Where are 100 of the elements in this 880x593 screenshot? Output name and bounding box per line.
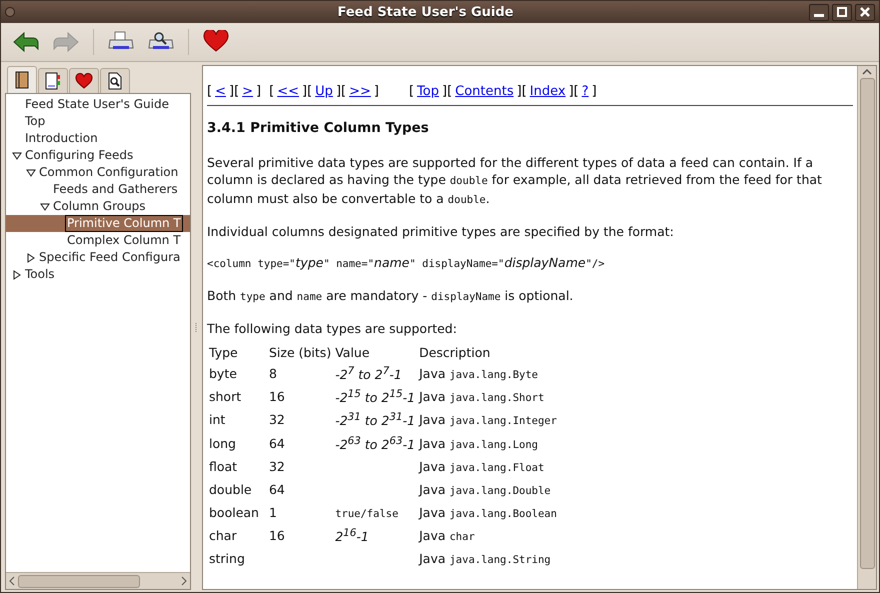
- tree-item[interactable]: Introduction: [24, 131, 99, 146]
- nav-link[interactable]: >>: [346, 84, 374, 99]
- bracket: [: [234, 84, 240, 99]
- table-cell: Java: [419, 412, 446, 428]
- bracket: [: [307, 84, 312, 99]
- table-cell: -2$^{31}$ to 2$^{31}$-1: [335, 413, 416, 428]
- table-cell: 16: [268, 528, 285, 543]
- column-header: Value: [334, 344, 371, 362]
- table-cell: 64: [268, 482, 285, 497]
- table-cell: java.lang.String: [449, 554, 551, 566]
- tree-item[interactable]: Common Configuration: [38, 165, 180, 180]
- paragraph: Both type and name are mandatory - displayName is optional.: [207, 287, 574, 305]
- table-cell: 16: [268, 389, 285, 404]
- table-cell: java.lang.Byte: [449, 369, 538, 382]
- table-cell: Java: [419, 436, 446, 451]
- table-cell: 1: [268, 504, 277, 520]
- tree-item[interactable]: Configuring Feeds: [24, 148, 134, 163]
- expanded-triangle-icon[interactable]: [26, 168, 36, 178]
- nav-link[interactable]: >: [239, 84, 256, 99]
- nav-link[interactable]: Index: [526, 84, 569, 99]
- table-cell: java.lang.Float: [449, 462, 544, 474]
- expanded-triangle-icon[interactable]: [12, 150, 22, 160]
- table-cell: 32: [268, 458, 285, 474]
- contents-tab[interactable]: [7, 66, 37, 93]
- scrollbar-thumb[interactable]: [860, 78, 874, 569]
- table-cell: 32: [268, 412, 285, 428]
- section-heading: 3.4.1 Primitive Column Types: [207, 120, 430, 136]
- maximize-button[interactable]: [832, 4, 852, 20]
- table-cell: 64: [268, 436, 285, 451]
- table-cell: -2$^{7}$ to 2$^{7}$-1: [335, 367, 402, 382]
- bookmarks-tab[interactable]: [38, 68, 68, 93]
- bracket: ]: [592, 84, 597, 99]
- column-header: Type: [208, 344, 239, 362]
- bracket: ]: [516, 84, 522, 99]
- collapsed-triangle-icon[interactable]: [12, 270, 22, 280]
- table-cell: Java: [419, 389, 446, 404]
- paragraph: The following data types are supported:: [207, 320, 458, 337]
- table-cell: byte: [209, 366, 237, 382]
- tree-item[interactable]: Column Groups: [52, 199, 147, 214]
- bracket: [: [408, 84, 414, 99]
- table-cell: boolean: [209, 504, 259, 520]
- search-tab[interactable]: [100, 68, 130, 93]
- table-cell: double: [209, 482, 252, 497]
- table-cell: short: [209, 389, 242, 404]
- bracket: ]: [228, 84, 234, 99]
- tree-item[interactable]: Specific Feed Configura: [38, 250, 182, 265]
- nav-link[interactable]: <<: [274, 84, 302, 99]
- bracket: [: [574, 84, 579, 99]
- window-title: Feed State User's Guide: [336, 4, 514, 20]
- table-cell: java.lang.Integer: [449, 415, 557, 428]
- search-document-icon: [108, 72, 122, 90]
- tree-item[interactable]: Complex Column T: [66, 233, 182, 248]
- nav-link[interactable]: ?: [578, 84, 592, 99]
- bracket: ]: [302, 84, 308, 99]
- column-header: Description: [418, 344, 492, 362]
- table-cell: char: [209, 528, 237, 543]
- table-cell: Java: [419, 482, 446, 497]
- collapsed-triangle-icon[interactable]: [26, 252, 36, 262]
- window-menu-icon[interactable]: [5, 7, 15, 17]
- heart-icon: [75, 73, 93, 89]
- table-cell: java.lang.Double: [449, 484, 551, 497]
- splitter-grip-icon[interactable]: [195, 322, 198, 332]
- tree-item[interactable]: Feed State User's Guide: [24, 97, 170, 112]
- table-cell: java.lang.Short: [449, 392, 544, 404]
- book-icon: [15, 71, 29, 89]
- nav-link[interactable]: Top: [414, 84, 442, 99]
- bracket: ]: [256, 84, 262, 99]
- table-cell: int: [209, 412, 226, 428]
- close-button[interactable]: [855, 4, 875, 20]
- heart-icon: [203, 30, 229, 54]
- table-cell: true/false: [335, 508, 398, 520]
- favorites-tab[interactable]: [69, 68, 99, 93]
- scrollbar-thumb[interactable]: [18, 574, 140, 588]
- bracket: [: [269, 84, 274, 99]
- expanded-triangle-icon[interactable]: [40, 202, 50, 212]
- table-cell: Java: [419, 528, 446, 543]
- bracket: ]: [336, 84, 342, 99]
- column-header: Size (bits): [268, 344, 332, 362]
- scroll-up-icon[interactable]: [862, 68, 872, 76]
- nav-link[interactable]: Contents: [452, 84, 517, 99]
- tree-item[interactable]: Top: [24, 114, 46, 129]
- bracket: [: [522, 84, 527, 99]
- table-cell: Java: [419, 366, 446, 382]
- paragraph: <column type="type" name="name" displayName="displayName"/>: [207, 254, 606, 272]
- scroll-left-icon[interactable]: [8, 576, 16, 586]
- scroll-right-icon[interactable]: [180, 576, 188, 586]
- table-cell: char: [449, 530, 475, 543]
- bracket: [: [341, 84, 346, 99]
- nav-link[interactable]: Up: [312, 84, 336, 99]
- table-cell: Java: [419, 550, 446, 566]
- table-cell: java.lang.Boolean: [449, 508, 557, 520]
- table-cell: 8: [268, 366, 277, 382]
- table-cell: -2$^{63}$ to 2$^{63}$-1: [335, 436, 416, 452]
- nav-link[interactable]: <: [212, 84, 229, 99]
- minimize-button[interactable]: [809, 4, 829, 20]
- table-cell: -2$^{15}$ to 2$^{15}$-1: [335, 390, 416, 406]
- tree-item[interactable]: Feeds and Gatherers: [52, 182, 179, 197]
- tree-item[interactable]: Tools: [24, 267, 56, 282]
- minimize-icon: [814, 14, 824, 17]
- table-cell: Java: [419, 504, 446, 520]
